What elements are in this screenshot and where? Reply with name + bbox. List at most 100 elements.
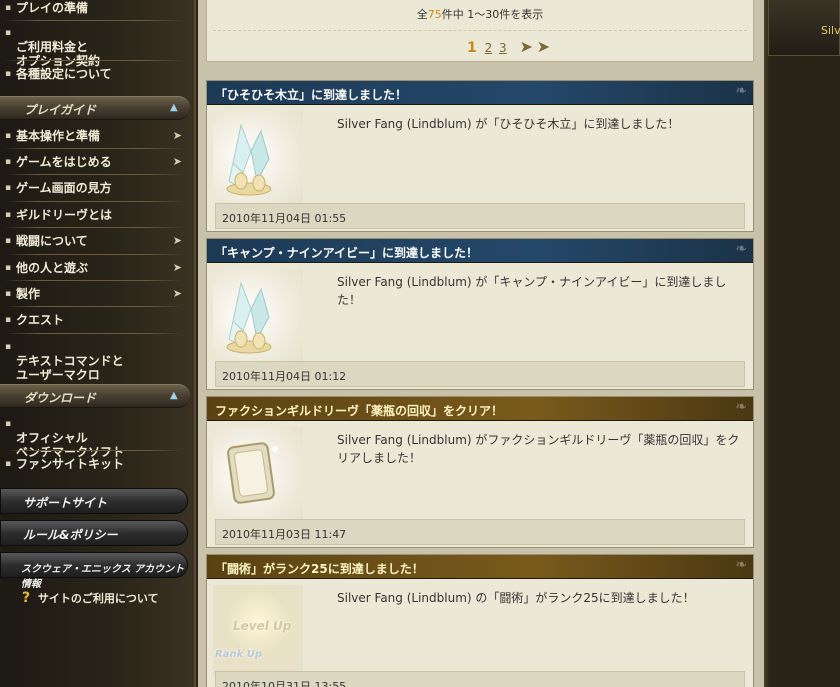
sidebar-item-label: 製作: [16, 287, 41, 301]
sidebar-item-label: 各種設定について: [16, 67, 112, 81]
sidebar-item-guildleve[interactable]: ギルドリーヴとは: [0, 208, 186, 222]
entry-timestamp: 2010年11月03日 11:47: [215, 519, 745, 545]
entry-timestamp: 2010年11月04日 01:12: [215, 361, 745, 387]
rules-policy-button[interactable]: ルール&ポリシー: [0, 520, 188, 546]
sidebar-item-benchmark[interactable]: オフィシャル ベンチマークソフト: [0, 417, 186, 459]
sidebar-item-label: 他の人と遊ぶ: [16, 261, 89, 275]
last-page-icon[interactable]: ➤: [537, 37, 550, 56]
chevron-right-icon: ➤: [172, 234, 182, 247]
divider: [4, 201, 184, 202]
sidebar-item-label: 戦闘について: [16, 234, 88, 248]
activity-entry: 「キャンプ・ナインアイビー」に到達しました！ ❧ Silver Fang (Li…: [206, 238, 754, 390]
sidebar-item-play-with-others[interactable]: 他の人と遊ぶ ➤: [0, 261, 186, 275]
sidebar-item-label: テキストコマンドと ユーザーマクロ: [16, 354, 124, 382]
entry-title-text: ファクションギルドリーヴ「薬瓶の回収」をクリア！: [215, 404, 504, 418]
divider: [4, 174, 184, 175]
chevron-right-icon: ➤: [172, 129, 182, 142]
summary-suffix: 件中 1～30件を表示: [441, 8, 544, 21]
entry-title: ファクションギルドリーヴ「薬瓶の回収」をクリア！ ❧: [207, 397, 753, 421]
sidebar-nav: プレイの準備 ご利用料金と オプション契約 各種設定について プレイガイド ▲ …: [0, 0, 196, 687]
page-link-3[interactable]: 3: [499, 41, 507, 55]
entry-timestamp: 2010年10月31日 13:55: [215, 671, 745, 687]
chevron-right-icon: ➤: [172, 261, 182, 274]
sidebar-item-game-screen[interactable]: ゲーム画面の見方: [0, 181, 186, 195]
entry-message: Silver Fang (Lindblum) がファクションギルドリーヴ「薬瓶の…: [337, 433, 740, 465]
right-panel: Silve: [764, 0, 840, 687]
button-label: ルール&ポリシー: [23, 528, 118, 542]
entry-body: Silver Fang (Lindblum) が「キャンプ・ナインアイビー」に到…: [211, 267, 749, 387]
entry-message: Silver Fang (Lindblum) が「キャンプ・ナインアイビー」に到…: [337, 275, 727, 307]
entry-title-text: 「キャンプ・ナインアイビー」に到達しました！: [215, 246, 479, 260]
sidebar-item-label: プレイの準備: [16, 1, 89, 15]
activity-entry: 「闘術」がランク25に到達しました！ ❧ Level Up Rank Up Si…: [206, 554, 754, 687]
entry-body: Silver Fang (Lindblum) が「ひそひそ木立」に到達しました！…: [211, 109, 749, 229]
entry-title: 「キャンプ・ナインアイビー」に到達しました！ ❧: [207, 239, 753, 263]
sidebar-item-combat[interactable]: 戦闘について ➤: [0, 234, 186, 248]
support-site-button[interactable]: サポートサイト: [0, 488, 188, 514]
section-header-download[interactable]: ダウンロード ▲: [0, 384, 190, 408]
entry-title-text: 「ひそひそ木立」に到達しました！: [215, 88, 408, 102]
pagination: 1 2 3 ➤ ➤: [467, 37, 550, 56]
account-info-button[interactable]: スクウェア・エニックス アカウント情報: [0, 552, 188, 590]
divider: [4, 333, 184, 334]
entry-message: Silver Fang (Lindblum) が「ひそひそ木立」に到達しました！: [337, 117, 680, 131]
entry-body: Level Up Rank Up Silver Fang (Lindblum) …: [211, 583, 749, 687]
main-content: 全75件中 1～30件を表示 1 2 3 ➤ ➤ 「ひそひそ木立」に到達しました…: [198, 0, 764, 687]
activity-entry: ファクションギルドリーヴ「薬瓶の回収」をクリア！ ❧ Silver Fang (…: [206, 396, 754, 548]
character-card[interactable]: Silve: [768, 0, 840, 56]
sidebar-item-crafting[interactable]: 製作 ➤: [0, 287, 186, 301]
divider: [4, 306, 184, 307]
section-title: プレイガイド: [24, 103, 97, 117]
section-header-play-guide[interactable]: プレイガイド ▲: [0, 96, 190, 120]
sidebar-item-label: オフィシャル ベンチマークソフト: [16, 431, 125, 459]
ornament-icon: ❧: [735, 399, 747, 415]
entry-title: 「ひそひそ木立」に到達しました！ ❧: [207, 81, 753, 105]
sidebar-item-fansite-kit[interactable]: ファンサイトキット: [0, 457, 186, 471]
chevron-right-icon: ➤: [172, 155, 182, 168]
leve-card-icon: [213, 427, 303, 519]
current-page: 1: [467, 40, 477, 56]
collapse-icon[interactable]: ▲: [170, 391, 182, 401]
collapse-icon[interactable]: ▲: [170, 103, 182, 113]
sidebar-item-label: 基本操作と準備: [16, 129, 101, 143]
site-usage-link[interactable]: ? サイトのご利用について: [22, 590, 159, 606]
sidebar-item-text-commands[interactable]: テキストコマンドと ユーザーマクロ: [0, 340, 186, 382]
level-up-text: Level Up: [233, 619, 292, 633]
total-count: 75: [427, 8, 442, 21]
sidebar-item-play-prep[interactable]: プレイの準備: [0, 1, 186, 15]
sidebar-item-label: ゲーム画面の見方: [16, 181, 112, 195]
result-summary: 全75件中 1～30件を表示: [207, 6, 753, 22]
ornament-icon: ❧: [735, 83, 747, 99]
page-link-2[interactable]: 2: [485, 41, 493, 55]
rank-up-text: Rank Up: [215, 649, 262, 660]
divider: [4, 254, 184, 255]
entry-timestamp: 2010年11月04日 01:55: [215, 203, 745, 229]
divider: [4, 280, 184, 281]
chevron-right-icon: ➤: [172, 287, 182, 300]
divider: [4, 60, 184, 61]
sidebar-item-label: ゲームをはじめる: [16, 155, 112, 169]
summary-prefix: 全: [416, 8, 428, 21]
section-title: ダウンロード: [24, 391, 97, 405]
next-page-icon[interactable]: ➤: [520, 37, 533, 56]
sidebar-item-label: ご利用料金と オプション契約: [16, 40, 101, 68]
divider: [4, 450, 184, 451]
button-label: サポートサイト: [23, 496, 108, 510]
entry-title: 「闘術」がランク25に到達しました！ ❧: [207, 555, 753, 579]
help-icon: ?: [22, 590, 31, 606]
sidebar-item-label: クエスト: [16, 313, 65, 327]
sidebar-item-quests[interactable]: クエスト: [0, 313, 186, 327]
character-name: Silve: [821, 24, 840, 37]
activity-entry: 「ひそひそ木立」に到達しました！ ❧ Silver Fang (Lindblum…: [206, 80, 754, 232]
entry-body: Silver Fang (Lindblum) がファクションギルドリーヴ「薬瓶の…: [211, 425, 749, 545]
sidebar-item-basic-ops[interactable]: 基本操作と準備 ➤: [0, 129, 186, 143]
sidebar-item-settings[interactable]: 各種設定について: [0, 67, 186, 81]
sidebar-item-start-game[interactable]: ゲームをはじめる ➤: [0, 155, 186, 169]
sidebar-item-pricing[interactable]: ご利用料金と オプション契約: [0, 26, 186, 68]
entry-message: Silver Fang (Lindblum) の「闘術」がランク25に到達しまし…: [337, 591, 695, 605]
divider: [4, 148, 184, 149]
link-label: サイトのご利用について: [37, 592, 159, 605]
ornament-icon: ❧: [735, 241, 747, 257]
sidebar-item-label: ギルドリーヴとは: [16, 208, 113, 222]
pagination-box: 全75件中 1～30件を表示 1 2 3 ➤ ➤: [206, 0, 754, 62]
